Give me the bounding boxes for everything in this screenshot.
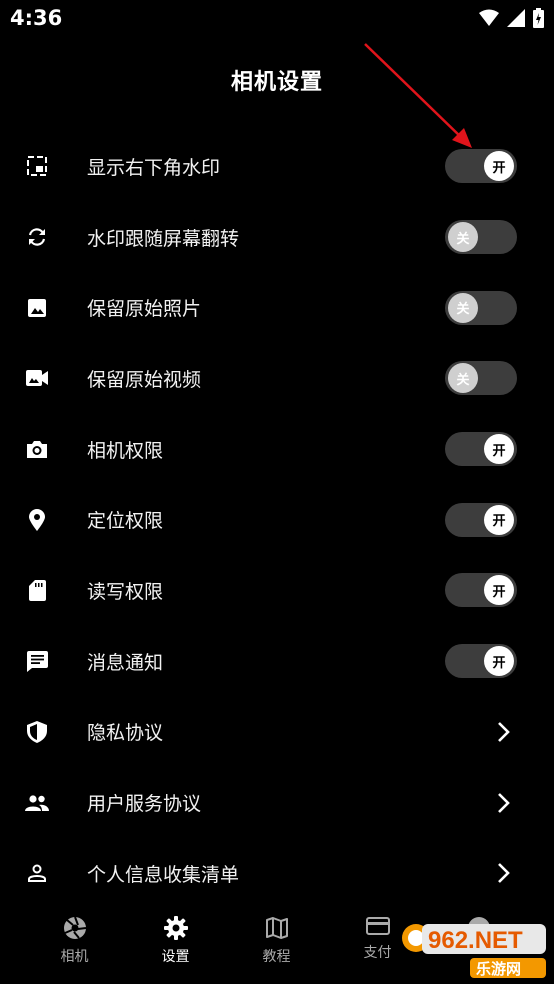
settings-list: 显示右下角水印 开 水印跟随屏幕翻转 关 保留原始照片 关 保留原始视频 关 相… xyxy=(0,131,554,909)
chevron-right-icon xyxy=(498,863,510,884)
location-pin-icon xyxy=(25,508,49,532)
setting-row-personal-info-list[interactable]: 个人信息收集清单 xyxy=(0,838,554,909)
video-camera-icon xyxy=(25,366,49,390)
setting-label: 用户服务协议 xyxy=(87,793,202,816)
watermark-text-bottom: 乐游网 xyxy=(476,960,521,978)
wifi-icon xyxy=(479,9,499,26)
location-permission-toggle[interactable]: 开 xyxy=(445,502,517,537)
toggle-knob: 关 xyxy=(448,222,478,253)
setting-row-watermark-rotate[interactable]: 水印跟随屏幕翻转 关 xyxy=(0,202,554,273)
setting-label: 消息通知 xyxy=(87,651,164,674)
setting-label: 保留原始照片 xyxy=(87,298,202,321)
toggle-knob: 关 xyxy=(448,292,478,323)
setting-row-keep-photo[interactable]: 保留原始照片 关 xyxy=(0,272,554,343)
image-icon xyxy=(25,296,49,320)
watermark-text-top: 962.NET xyxy=(428,927,523,954)
setting-label: 水印跟随屏幕翻转 xyxy=(87,227,240,250)
setting-row-keep-video[interactable]: 保留原始视频 关 xyxy=(0,343,554,414)
keep-video-toggle[interactable]: 关 xyxy=(445,361,517,396)
setting-label: 显示右下角水印 xyxy=(87,156,221,179)
setting-label: 个人信息收集清单 xyxy=(87,863,240,886)
toggle-knob: 开 xyxy=(484,504,514,535)
setting-row-notifications[interactable]: 消息通知 开 xyxy=(0,626,554,697)
shield-icon xyxy=(25,720,49,744)
setting-label: 保留原始视频 xyxy=(87,368,202,391)
card-icon xyxy=(365,917,390,935)
signal-icon xyxy=(507,9,525,27)
nav-label: 相机 xyxy=(60,949,89,965)
chevron-right-icon xyxy=(498,792,510,813)
watermark-toggle[interactable]: 开 xyxy=(445,149,517,184)
nav-label: 设置 xyxy=(161,949,190,965)
toggle-knob: 开 xyxy=(484,434,514,465)
aperture-icon xyxy=(63,916,86,939)
setting-row-camera-permission[interactable]: 相机权限 开 xyxy=(0,414,554,485)
toggle-knob: 开 xyxy=(484,646,514,677)
setting-row-privacy-policy[interactable]: 隐私协议 xyxy=(0,697,554,768)
nav-tab-camera[interactable]: 相机 xyxy=(24,902,125,984)
camera-permission-toggle[interactable]: 开 xyxy=(445,432,517,467)
site-watermark-logo: 962.NET 乐游网 xyxy=(402,924,546,978)
people-icon xyxy=(25,791,49,815)
camera-icon xyxy=(25,437,49,461)
toggle-knob: 开 xyxy=(484,575,514,606)
notifications-toggle[interactable]: 开 xyxy=(445,644,517,679)
storage-permission-toggle[interactable]: 开 xyxy=(445,573,517,608)
setting-row-user-agreement[interactable]: 用户服务协议 xyxy=(0,767,554,838)
setting-label: 读写权限 xyxy=(87,580,164,603)
nav-label: 教程 xyxy=(262,949,291,965)
chevron-right-icon xyxy=(498,721,510,742)
nav-label: 支付 xyxy=(363,945,392,961)
message-icon xyxy=(25,649,49,673)
rotate-toggle[interactable]: 关 xyxy=(445,220,517,255)
keep-photo-toggle[interactable]: 关 xyxy=(445,290,517,325)
status-icons xyxy=(479,8,544,28)
person-icon xyxy=(25,861,49,885)
setting-label: 隐私协议 xyxy=(87,722,164,745)
gear-icon xyxy=(163,916,188,940)
rotate-sync-icon xyxy=(25,225,49,249)
status-bar: 4:36 xyxy=(0,0,554,40)
setting-row-show-watermark[interactable]: 显示右下角水印 开 xyxy=(0,131,554,202)
toggle-knob: 开 xyxy=(484,151,514,182)
picture-in-picture-icon xyxy=(25,154,49,178)
nav-tab-tutorial[interactable]: 教程 xyxy=(226,902,327,984)
status-time: 4:36 xyxy=(10,6,63,30)
nav-tab-settings[interactable]: 设置 xyxy=(125,902,226,984)
map-icon xyxy=(265,917,288,939)
toggle-knob: 关 xyxy=(448,363,478,394)
sd-card-icon xyxy=(25,578,49,602)
setting-label: 定位权限 xyxy=(87,510,164,533)
setting-row-storage-permission[interactable]: 读写权限 开 xyxy=(0,555,554,626)
setting-label: 相机权限 xyxy=(87,439,164,462)
setting-row-location-permission[interactable]: 定位权限 开 xyxy=(0,484,554,555)
battery-icon xyxy=(533,8,544,28)
